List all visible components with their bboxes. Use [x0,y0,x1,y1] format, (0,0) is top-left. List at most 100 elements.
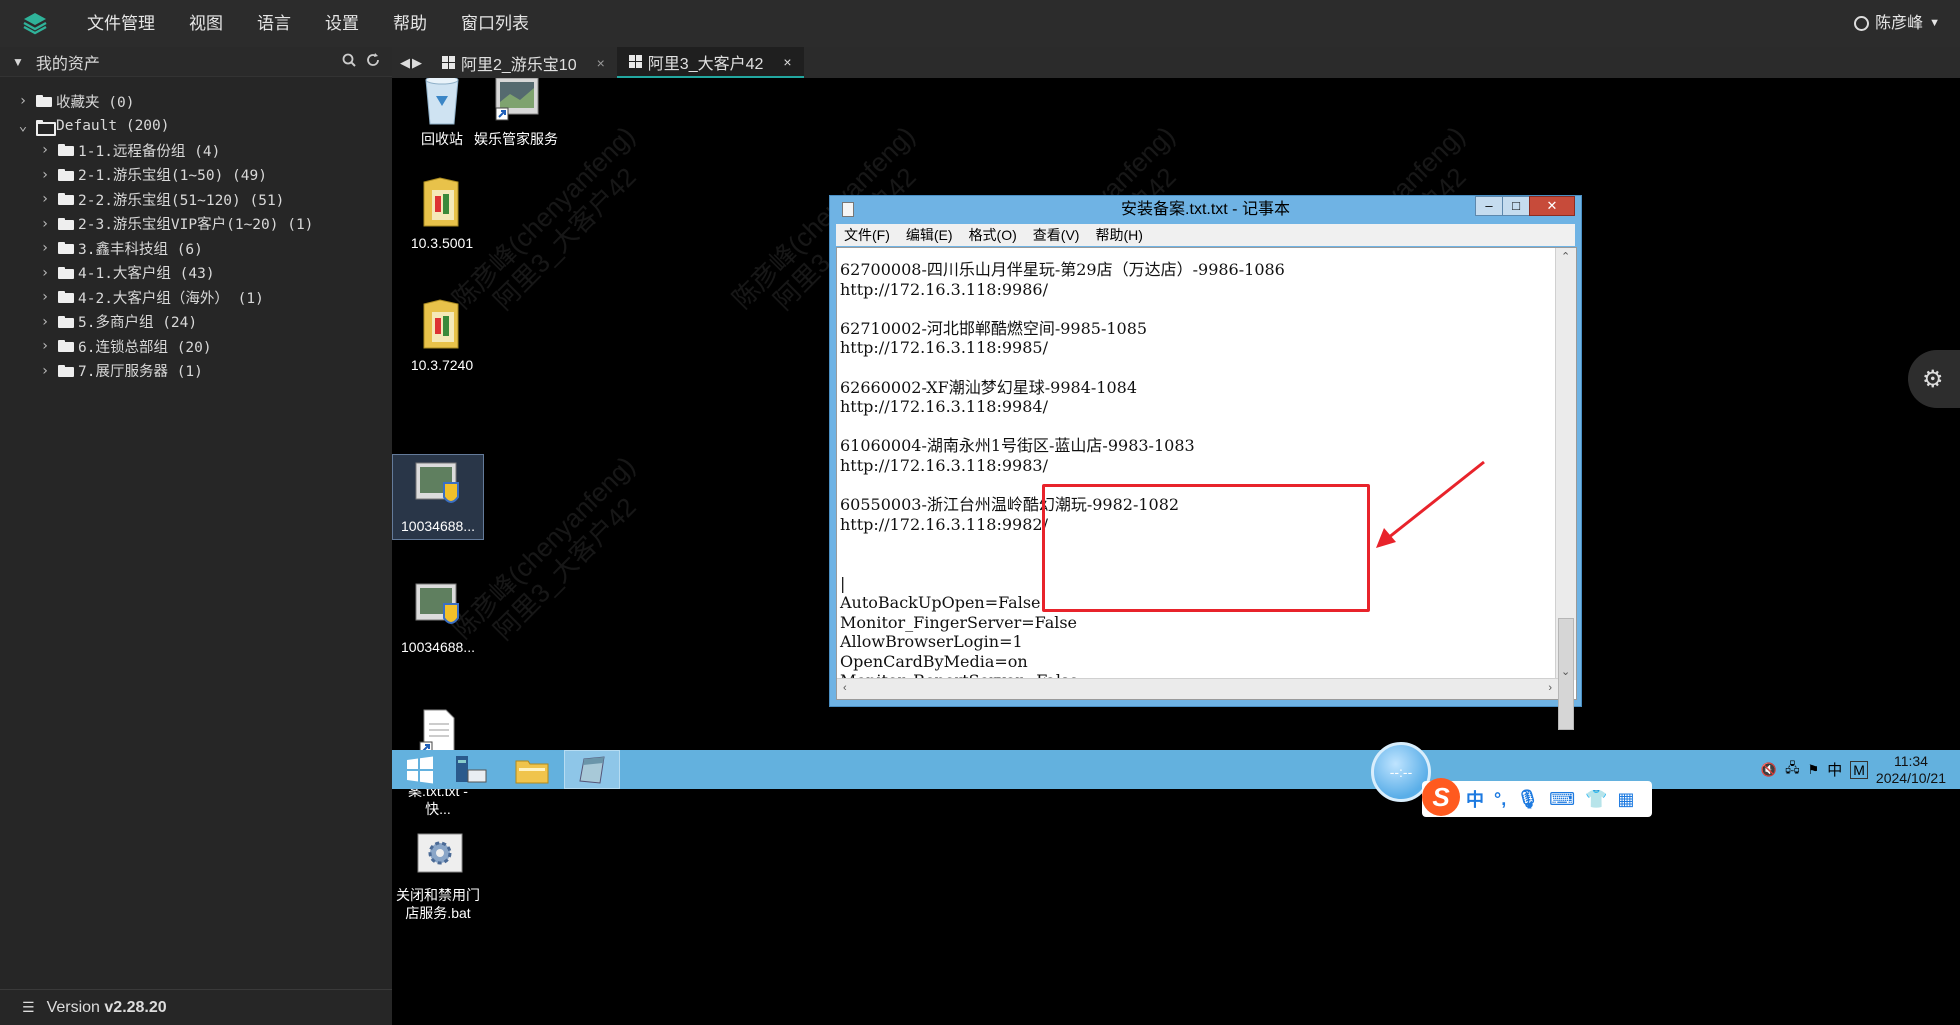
chevron-right-icon[interactable]: › [36,216,54,232]
chevron-right-icon[interactable]: › [36,338,54,354]
menu-edit[interactable]: 编辑(E) [898,225,961,245]
sidebar-header[interactable]: ▼ 我的资产 [0,47,392,77]
chevron-right-icon[interactable]: › [14,93,32,109]
tab-ali3-dakehu42[interactable]: 阿里3_大客户42 × [616,47,804,78]
version-label: Version [46,998,100,1016]
microphone-icon[interactable]: 🎙 [1516,789,1539,810]
maximize-button[interactable]: □ [1502,196,1530,216]
tree-item-label: Default (200) [56,117,170,134]
app-logo-icon[interactable] [0,0,70,47]
tab-label: 阿里3_大客户42 [647,55,764,73]
menu-settings[interactable]: 设置 [308,0,376,47]
volume-muted-icon[interactable]: 🔇 [1761,762,1777,778]
flag-icon[interactable]: ⚑ [1808,762,1820,778]
desktop-icon-10034688-selected[interactable]: 10034688... [392,454,484,540]
search-icon[interactable] [342,53,356,71]
remote-desktop[interactable]: 陈彦峰(chenyanfeng) 阿里3_大客户42 陈彦峰(chenyanfen… [392,78,1960,1025]
tab-nav-arrows[interactable]: ◀ ▶ [392,47,430,78]
tree-item[interactable]: › 2-1.游乐宝组(1~50) (49) [0,163,392,188]
tab-label: 阿里2_游乐宝10 [461,56,577,74]
user-avatar-icon [1854,16,1870,31]
menu-file-manage[interactable]: 文件管理 [70,0,172,47]
folder-icon [58,144,74,157]
tree-item[interactable]: › 5.多商户组 (24) [0,310,392,335]
tree-item[interactable]: › 4-1.大客户组 (43) [0,261,392,286]
arrow-left-icon[interactable]: ◀ [400,55,410,71]
tree-item[interactable]: › 收藏夹 (0) [0,89,392,114]
menu-window-list[interactable]: 窗口列表 [444,0,546,47]
tree-item-label: 7.展厅服务器 (1) [78,364,203,381]
network-icon[interactable]: 🖧 [1785,759,1800,781]
chevron-right-icon[interactable]: › [36,289,54,305]
list-icon[interactable]: ☰ [22,999,35,1016]
file-explorer-icon[interactable] [504,750,560,789]
top-menubar: 文件管理 视图 语言 设置 帮助 窗口列表 陈彦峰 ▼ [0,0,1960,47]
gear-icon[interactable]: ⚙ [1908,350,1960,408]
server-manager-icon[interactable] [442,750,498,789]
sogou-logo-icon[interactable]: S [1422,778,1460,816]
menu-view[interactable]: 视图 [172,0,240,47]
close-icon[interactable]: × [783,54,791,70]
tab-ali2-youlebao10[interactable]: 阿里2_游乐宝10 × [430,47,617,78]
desktop-icon-label: 10034688... [401,518,475,534]
tree-item[interactable]: › 6.连锁总部组 (20) [0,334,392,359]
desktop-icon-10-3-5001[interactable]: 10.3.5001 [396,176,488,252]
menu-language[interactable]: 语言 [240,0,308,47]
menu-format[interactable]: 格式(O) [961,225,1025,245]
tree-item[interactable]: › 7.展厅服务器 (1) [0,359,392,384]
menu-help[interactable]: 帮助 [376,0,444,47]
scroll-up-icon[interactable]: ⌃ [1561,250,1570,263]
scroll-left-icon[interactable]: ‹ [843,682,847,694]
notepad-icon[interactable] [842,202,854,217]
desktop-icon-yule-service[interactable]: 娱乐管家服务 [470,78,562,148]
skin-icon[interactable]: 👕 [1585,789,1607,810]
chevron-right-icon[interactable]: › [36,191,54,207]
notepad-window[interactable]: 安装备案.txt.txt - 记事本 – □ ✕ 文件(F) 编辑(E) 格式(… [829,195,1582,730]
chevron-right-icon[interactable]: › [36,142,54,158]
tree-item[interactable]: ⌄ Default (200) [0,114,392,139]
tree-item[interactable]: › 4-2.大客户组（海外） (1) [0,285,392,310]
ime-chinese-indicator[interactable]: 中 [1827,759,1842,780]
caret-down-icon[interactable]: ▼ [12,55,24,69]
menu-file[interactable]: 文件(F) [836,225,898,245]
chevron-right-icon[interactable]: › [36,265,54,281]
menu-help[interactable]: 帮助(H) [1087,225,1150,245]
arrow-right-icon[interactable]: ▶ [412,55,422,71]
ime-chinese-label[interactable]: 中 [1466,786,1484,812]
folder-icon [58,364,74,377]
clock[interactable]: 11:34 2024/10/21 [1876,753,1946,787]
folder-icon [58,315,74,328]
tree-item[interactable]: › 2-2.游乐宝组(51~120) (51) [0,187,392,212]
tree-item[interactable]: › 1-1.远程备份组 (4) [0,138,392,163]
start-button[interactable] [392,750,448,789]
vertical-scrollbar[interactable]: ⌃ ⌄ [1555,248,1576,730]
folder-icon [58,217,74,230]
chevron-down-icon[interactable]: ⌄ [14,118,32,134]
chevron-right-icon[interactable]: › [36,314,54,330]
close-button[interactable]: ✕ [1529,196,1575,216]
notepad-titlebar[interactable]: 安装备案.txt.txt - 记事本 – □ ✕ [830,196,1581,224]
desktop-icon-10034688[interactable]: 10034688... [392,580,484,656]
close-icon[interactable]: × [597,55,605,71]
tree-item[interactable]: › 2-3.游乐宝组VIP客户(1~20) (1) [0,212,392,237]
scroll-right-icon[interactable]: › [1548,682,1552,694]
chevron-right-icon[interactable]: › [36,167,54,183]
chevron-right-icon[interactable]: › [36,363,54,379]
scroll-down-icon[interactable]: ⌄ [1561,665,1570,678]
minimize-button[interactable]: – [1475,196,1503,216]
toolbox-icon[interactable]: ▦ [1617,789,1634,810]
version-bar: ☰ Version v2.28.20 [0,989,392,1025]
tree-item[interactable]: › 3.鑫丰科技组 (6) [0,236,392,261]
desktop-icon-close-store-bat[interactable]: 关闭和禁用门店服务.bat [392,828,484,922]
user-menu[interactable]: 陈彦峰 ▼ [1854,0,1940,47]
ime-mode-indicator[interactable]: M [1850,760,1868,779]
chevron-right-icon[interactable]: › [36,240,54,256]
desktop-icon-10-3-7240[interactable]: 10.3.7240 [396,298,488,374]
refresh-icon[interactable] [366,53,380,71]
folder-icon [58,291,74,304]
punctuation-icon[interactable]: °, [1494,789,1506,810]
horizontal-scrollbar[interactable]: ‹ › [837,678,1558,699]
notepad-taskbar-icon[interactable] [564,750,620,789]
menu-view[interactable]: 查看(V) [1025,225,1088,245]
keyboard-icon[interactable]: ⌨ [1549,789,1575,810]
